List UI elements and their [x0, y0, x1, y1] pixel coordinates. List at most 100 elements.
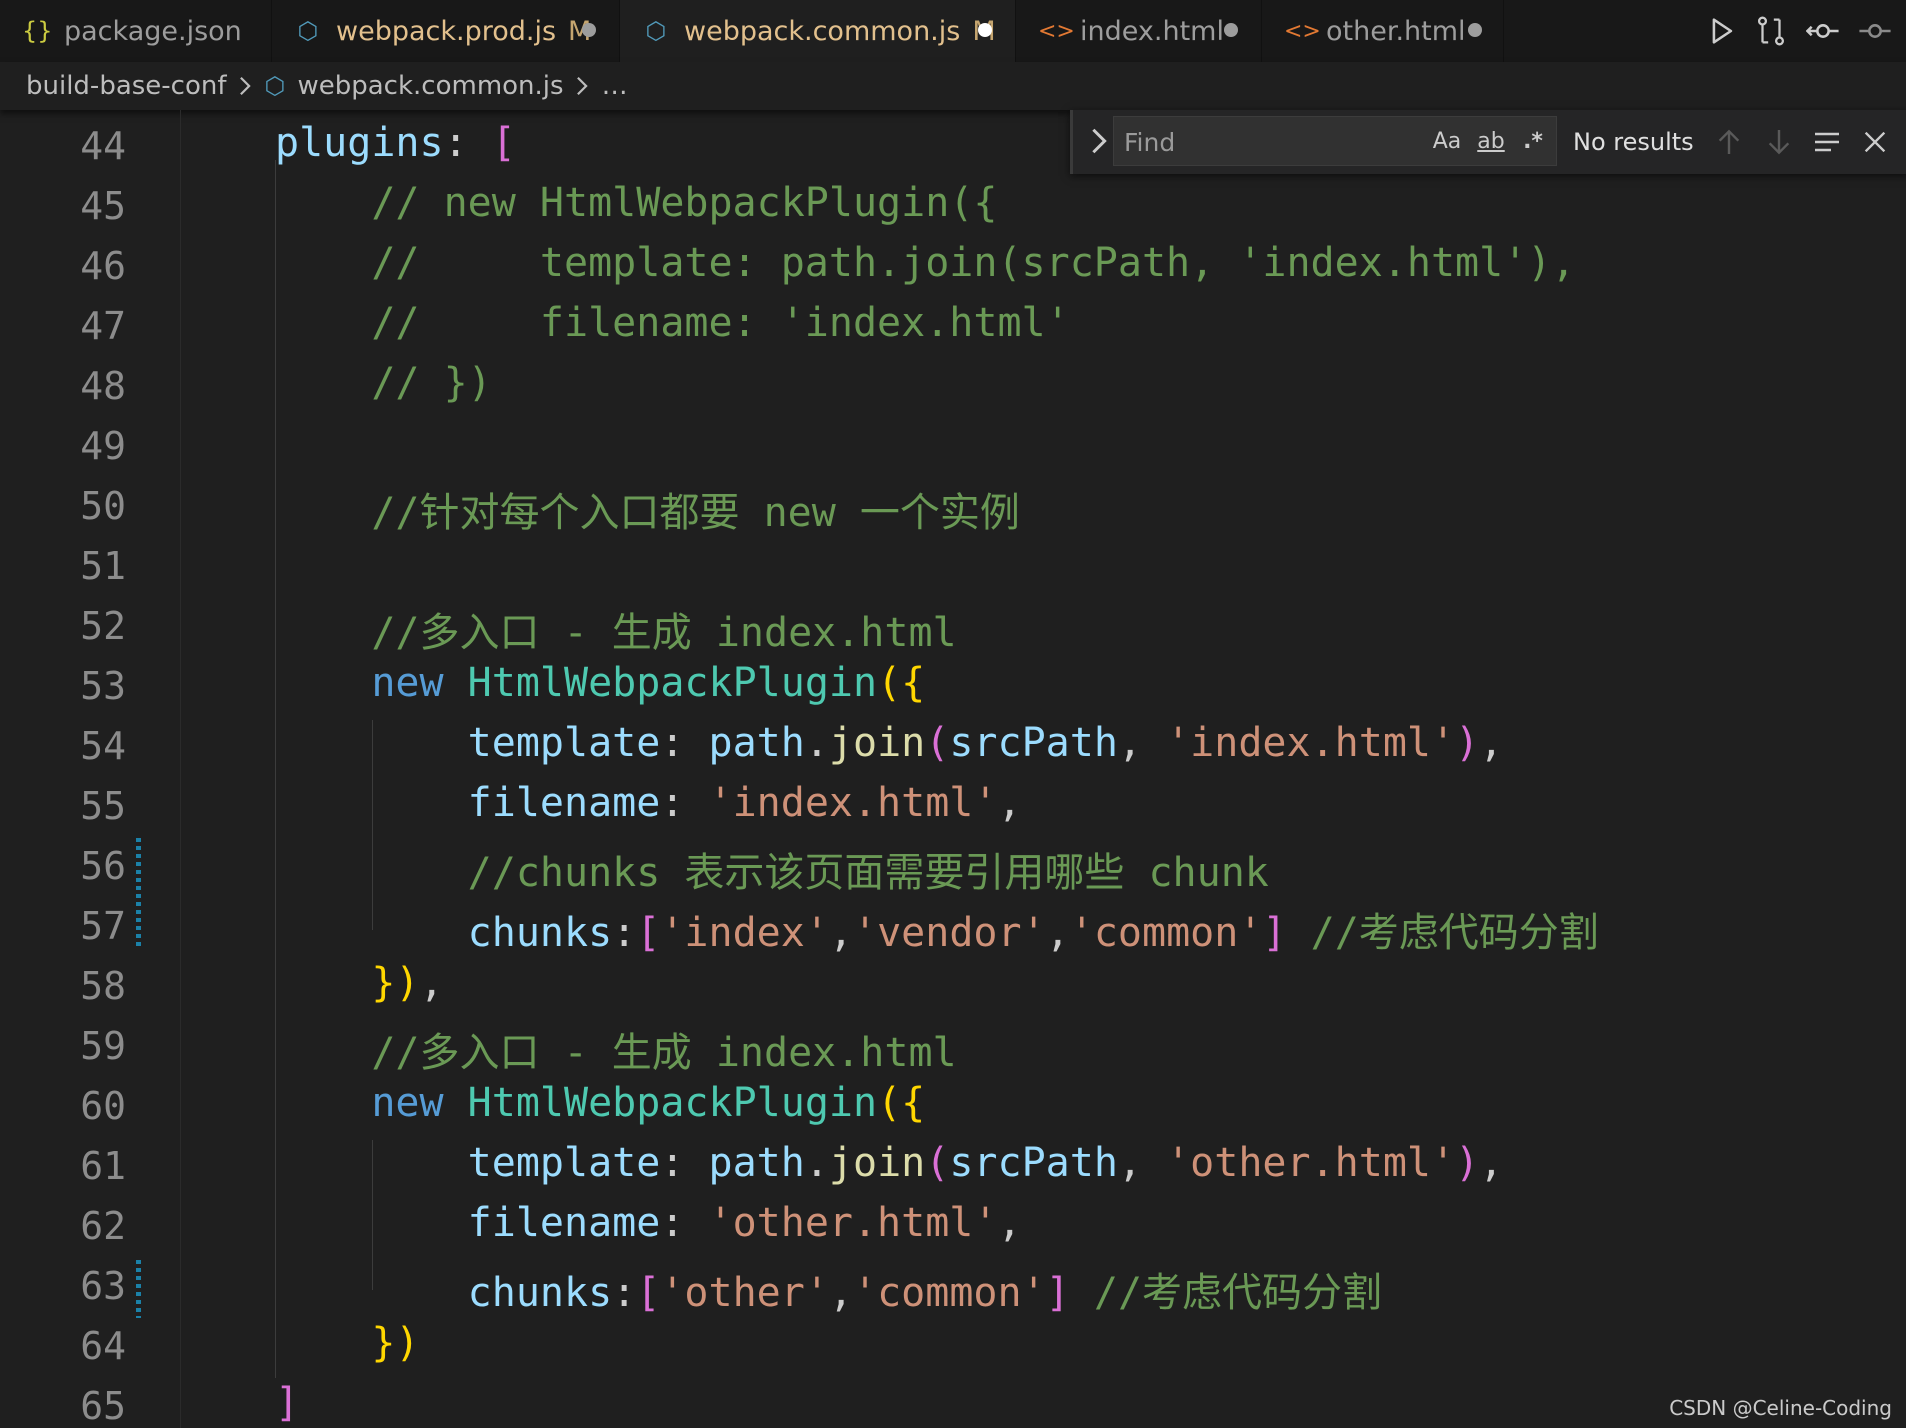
code-area[interactable]: plugins: [ // new HtmlWebpackPlugin({ //…: [180, 110, 1906, 1428]
tab-label: webpack.prod.js: [336, 15, 557, 47]
close-icon[interactable]: [1859, 126, 1891, 158]
code-line: new HtmlWebpackPlugin({: [371, 1080, 926, 1126]
string: 'index': [660, 910, 829, 956]
compare-changes-icon[interactable]: [1754, 14, 1788, 48]
line-number: 62: [80, 1204, 126, 1248]
token: chunks: [467, 910, 613, 956]
line-number: 58: [80, 964, 126, 1008]
comment: //多入口 - 生成 index.html: [371, 1030, 957, 1076]
tab-label: webpack.common.js: [684, 15, 961, 47]
class-name: HtmlWebpackPlugin: [467, 660, 878, 706]
editor-actions: [1686, 0, 1906, 62]
arrow-up-icon[interactable]: [1713, 126, 1745, 158]
line-number: 65: [80, 1384, 126, 1428]
code-line: // new HtmlWebpackPlugin({: [275, 180, 997, 226]
find-in-selection-icon[interactable]: [1811, 126, 1843, 158]
keyword: new: [371, 1080, 444, 1126]
string: 'other': [660, 1270, 829, 1316]
comment: //考虑代码分割: [1093, 1270, 1383, 1316]
code-line: // template: path.join(srcPath, 'index.h…: [275, 240, 1575, 286]
line-number: 60: [80, 1084, 126, 1128]
modified-lines-marker[interactable]: [136, 838, 141, 950]
webpack-file-icon: ⬡: [264, 72, 286, 100]
json-file-icon: {}: [22, 17, 53, 45]
code-line: ]: [275, 1380, 300, 1426]
webpack-file-icon: ⬡: [645, 17, 667, 45]
html-file-icon: <>: [1038, 18, 1075, 44]
code-line: //多入口 - 生成 index.html: [275, 600, 957, 658]
line-number: 64: [80, 1324, 126, 1368]
open-changes-next-icon[interactable]: [1858, 14, 1892, 48]
tab-webpack-common-js[interactable]: ⬡ webpack.common.js M: [620, 0, 1016, 62]
comment: //多入口 - 生成 index.html: [371, 610, 957, 656]
modified-lines-marker[interactable]: [136, 1260, 141, 1318]
class-name: HtmlWebpackPlugin: [467, 1080, 878, 1126]
code-line: template: path.join(srcPath, 'other.html…: [467, 1140, 1504, 1186]
line-number: 51: [80, 544, 126, 588]
code-line: // }): [275, 360, 492, 406]
line-number: 55: [80, 784, 126, 828]
token: chunks: [467, 1270, 613, 1316]
line-number: 59: [80, 1024, 126, 1068]
find-input[interactable]: [1122, 123, 1416, 161]
unsaved-dot-icon[interactable]: [1224, 23, 1238, 37]
tab-label: index.html: [1080, 15, 1224, 47]
code-line: plugins: [: [275, 120, 516, 166]
editor-tab-bar: {} package.json ⬡ webpack.prod.js M ⬡ we…: [0, 0, 1906, 63]
tab-label: package.json: [64, 15, 242, 47]
code-line: template: path.join(srcPath, 'index.html…: [467, 720, 1504, 766]
tab-webpack-prod-js[interactable]: ⬡ webpack.prod.js M: [272, 0, 620, 62]
comment: // template: path.join(srcPath, 'index.h…: [371, 240, 1576, 286]
line-number: 47: [80, 304, 126, 348]
unsaved-dot-icon[interactable]: [1468, 23, 1482, 37]
code-line: chunks:['other','common'] //考虑代码分割: [467, 1270, 1383, 1316]
token: srcPath: [949, 1140, 1118, 1186]
breadcrumb-symbols[interactable]: …: [602, 71, 628, 101]
comment: //chunks 表示该页面需要引用哪些 chunk: [467, 850, 1269, 896]
string: 'index.html': [708, 780, 998, 826]
tab-package-json[interactable]: {} package.json: [0, 0, 272, 62]
code-line: }): [371, 1320, 420, 1366]
watermark: CSDN @Celine-Coding: [1669, 1396, 1892, 1420]
chevron-right-icon: [239, 76, 251, 96]
tab-other-html[interactable]: <> other.html: [1262, 0, 1504, 62]
match-case-toggle[interactable]: Aa: [1430, 127, 1464, 157]
run-icon[interactable]: [1704, 14, 1738, 48]
token: srcPath: [949, 720, 1118, 766]
tab-index-html[interactable]: <> index.html: [1016, 0, 1262, 62]
token: path: [708, 1140, 805, 1186]
comment: //考虑代码分割: [1310, 910, 1599, 956]
unsaved-dot-icon[interactable]: [978, 23, 992, 37]
whole-word-toggle[interactable]: ab: [1472, 127, 1510, 157]
token: plugins: [275, 120, 444, 166]
line-number: 53: [80, 664, 126, 708]
toggle-replace-chevron-icon[interactable]: [1089, 126, 1109, 156]
code-line: filename: 'other.html',: [467, 1200, 1022, 1246]
webpack-file-icon: ⬡: [297, 17, 319, 45]
code-line: // filename: 'index.html': [275, 300, 1070, 346]
code-line: new HtmlWebpackPlugin({: [371, 660, 926, 706]
regex-toggle[interactable]: .*: [1516, 127, 1550, 157]
keyword: new: [371, 660, 444, 706]
line-number: 61: [80, 1144, 126, 1188]
string: 'common': [853, 1270, 1046, 1316]
comment: // }): [371, 360, 492, 406]
comment: // filename: 'index.html': [371, 300, 1070, 346]
line-number-gutter: 44 45 46 47 48 49 50 51 52 53 54 55 56 5…: [0, 110, 181, 1428]
arrow-down-icon[interactable]: [1763, 126, 1795, 158]
code-line: chunks:['index','vendor','common'] //考虑代…: [467, 910, 1599, 956]
string: 'vendor': [853, 910, 1046, 956]
breadcrumb: build-base-conf ⬡ webpack.common.js …: [0, 62, 1906, 110]
token: template: [467, 720, 661, 766]
breadcrumb-folder[interactable]: build-base-conf: [26, 71, 227, 101]
breadcrumb-file[interactable]: webpack.common.js: [297, 71, 563, 101]
find-results-count: No results: [1573, 128, 1694, 156]
code-editor[interactable]: 44 45 46 47 48 49 50 51 52 53 54 55 56 5…: [0, 110, 1906, 1428]
token: join: [828, 720, 926, 766]
line-number: 44: [80, 124, 126, 168]
open-changes-previous-icon[interactable]: [1806, 14, 1840, 48]
string: 'other.html': [708, 1200, 998, 1246]
line-number: 52: [80, 604, 126, 648]
line-number: 57: [80, 904, 126, 948]
unsaved-dot-icon[interactable]: [582, 23, 596, 37]
